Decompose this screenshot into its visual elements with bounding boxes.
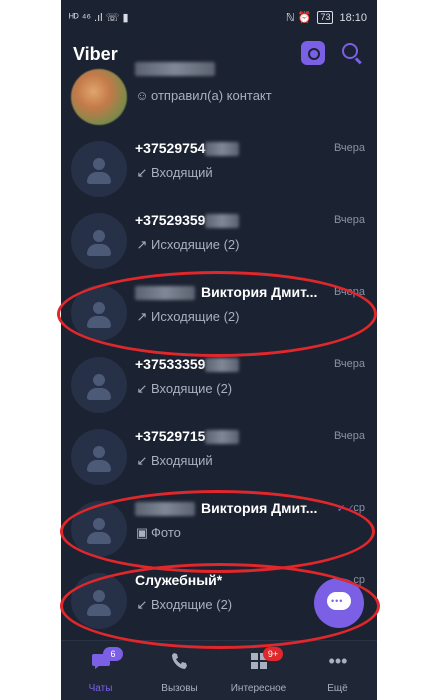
chat-row[interactable]: ☺ отправил(а) контакт: [61, 62, 377, 134]
phone-icon: [170, 651, 190, 671]
chat-time: Вчера: [333, 214, 365, 226]
nav-label: Чаты: [88, 683, 113, 694]
chat-name: Виктория Дмит...: [135, 500, 317, 517]
contact-icon: ☺: [135, 88, 149, 103]
avatar: [71, 285, 127, 341]
outgoing-arrow-icon: ↗: [136, 237, 148, 252]
chat-name: Виктория Дмит...: [135, 284, 317, 301]
avatar: [71, 501, 127, 557]
chat-subtitle: ↙ Входящий: [136, 165, 213, 180]
chat-name: +37529359: [135, 212, 240, 229]
phone-screen: ᴴᴰ ⁴⁶ .ıl ☏ ▮ ℕ ⏰ 73 18:10 Viber ☺ отправ…: [61, 0, 377, 700]
avatar: [71, 429, 127, 485]
outgoing-arrow-icon: ↗: [136, 309, 148, 324]
new-chat-fab-button[interactable]: •••: [314, 578, 364, 628]
chat-name: +37529754: [135, 140, 240, 157]
chat-name: +37529715: [135, 428, 240, 445]
nav-label: Интересное: [230, 683, 287, 694]
chat-subtitle: ↙ Входящие (2): [136, 381, 233, 396]
chat-time: Вчера: [333, 430, 365, 442]
chat-name: Служебный*: [135, 572, 223, 588]
photo-icon: ▣: [135, 525, 149, 540]
chat-subtitle: ↙ Входящие (2): [136, 597, 233, 612]
explore-icon: 9+: [249, 647, 283, 671]
chat-row[interactable]: Виктория Дмит... ▣ Фото ✓✓ ср: [61, 494, 377, 566]
chat-row[interactable]: +37533359 ↙ Входящие (2) Вчера: [61, 350, 377, 422]
incoming-arrow-icon: ↙: [136, 597, 148, 612]
nav-more[interactable]: ••• Ещё: [298, 641, 377, 700]
avatar: [71, 213, 127, 269]
signal-icons: ᴴᴰ ⁴⁶ .ıl ☏ ▮: [69, 12, 129, 24]
chat-row[interactable]: +37529754 ↙ Входящий Вчера: [61, 134, 377, 206]
incoming-arrow-icon: ↙: [136, 165, 148, 180]
status-icons: ℕ ⏰: [285, 12, 312, 24]
chat-row[interactable]: +37529359 ↗ Исходящие (2) Вчера: [61, 206, 377, 278]
status-right: ℕ ⏰ 73 18:10: [286, 11, 367, 24]
chat-name: +37533359: [135, 356, 240, 373]
avatar: [71, 69, 127, 125]
clock: 18:10: [339, 11, 367, 24]
nav-explore[interactable]: 9+ Интересное: [219, 641, 298, 700]
chat-subtitle: ↙ Входящий: [136, 453, 213, 468]
search-icon[interactable]: [341, 42, 363, 64]
explore-badge: 9+: [263, 647, 283, 661]
avatar: [71, 357, 127, 413]
chat-subtitle: ▣ Фото: [135, 525, 181, 540]
nav-calls[interactable]: Вызовы: [140, 641, 219, 700]
chat-time: Вчера: [333, 358, 365, 370]
chat-subtitle: ↗ Исходящие (2): [136, 309, 240, 324]
incoming-arrow-icon: ↙: [136, 381, 148, 396]
chat-icon: 6: [91, 647, 123, 671]
incoming-arrow-icon: ↙: [136, 453, 148, 468]
chats-badge: 6: [103, 647, 123, 661]
nav-label: Вызовы: [161, 683, 198, 694]
avatar: [71, 141, 127, 197]
chat-row[interactable]: +37529715 ↙ Входящий Вчера: [61, 422, 377, 494]
bottom-navigation: 6 Чаты Вызовы 9+ Интересное ••• Ещё: [61, 640, 377, 700]
chat-row[interactable]: Виктория Дмит... ↗ Исходящие (2) Вчера: [61, 278, 377, 350]
chat-time: ср: [353, 502, 365, 514]
chat-subtitle: ☺ отправил(а) контакт: [135, 88, 272, 103]
chat-time: Вчера: [333, 142, 365, 154]
status-bar: ᴴᴰ ⁴⁶ .ıl ☏ ▮ ℕ ⏰ 73 18:10: [61, 0, 377, 36]
status-left: ᴴᴰ ⁴⁶ .ıl ☏ ▮: [69, 11, 129, 24]
more-icon: •••: [328, 651, 348, 671]
chat-subtitle: ↗ Исходящие (2): [136, 237, 240, 252]
nav-chats[interactable]: 6 Чаты: [61, 641, 140, 700]
read-checks-icon: ✓✓: [336, 503, 355, 515]
chat-name: [135, 60, 215, 77]
nav-label: Ещё: [327, 683, 348, 694]
battery-icon: 73: [317, 11, 334, 24]
chat-time: Вчера: [333, 286, 365, 298]
avatar: [71, 573, 127, 629]
